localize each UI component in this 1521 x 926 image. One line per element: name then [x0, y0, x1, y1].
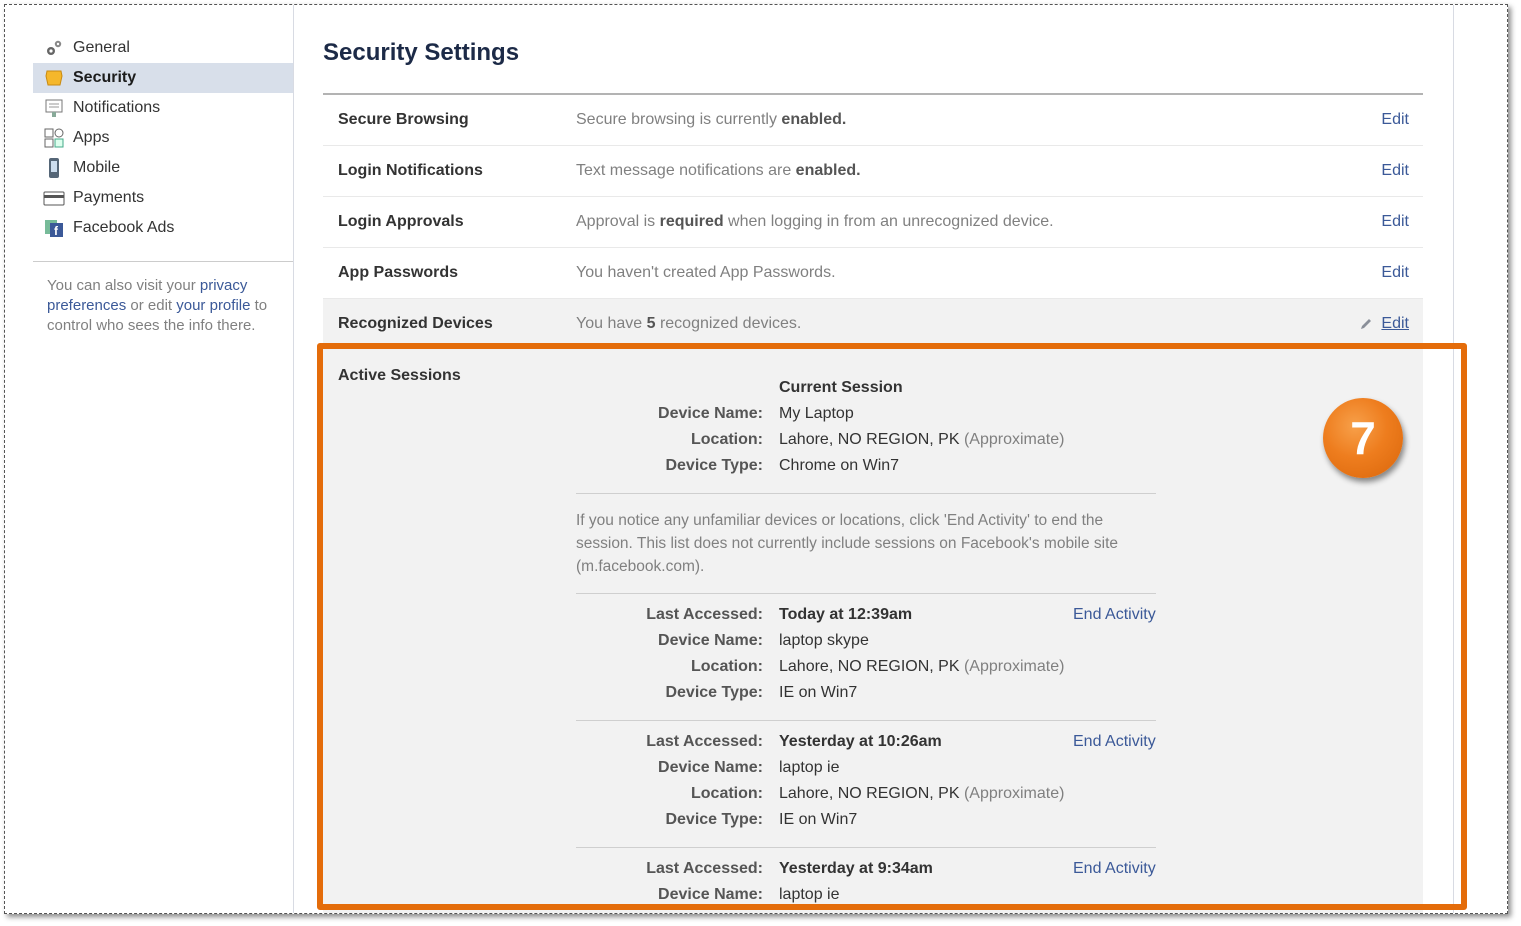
sidebar-item-payments[interactable]: Payments — [33, 183, 293, 213]
settings-list: Secure Browsing Secure browsing is curre… — [323, 93, 1423, 350]
settings-row-login-notifications: Login Notifications Text message notific… — [323, 146, 1423, 197]
sidebar-nav: General Security Notifications Apps Mobi… — [33, 33, 293, 243]
edit-link[interactable]: Edit — [1381, 111, 1409, 129]
facebook-ads-icon: f — [43, 217, 65, 239]
sidebar-item-label: Security — [73, 69, 137, 86]
row-description: You haven't created App Passwords. — [576, 264, 836, 281]
gears-icon — [43, 37, 65, 59]
settings-row-app-passwords: App Passwords You haven't created App Pa… — [323, 248, 1423, 299]
mobile-icon — [43, 157, 65, 179]
sidebar-item-facebook-ads[interactable]: f Facebook Ads — [33, 213, 293, 243]
credit-card-icon — [43, 187, 65, 209]
settings-row-login-approvals: Login Approvals Approval is required whe… — [323, 197, 1423, 248]
row-label: Login Approvals — [338, 213, 464, 230]
settings-row-secure-browsing: Secure Browsing Secure browsing is curre… — [323, 95, 1423, 146]
row-label: Secure Browsing — [338, 111, 469, 128]
sidebar-item-label: Apps — [73, 129, 110, 146]
sidebar-item-notifications[interactable]: Notifications — [33, 93, 293, 123]
notifications-icon — [43, 97, 65, 119]
edit-link[interactable]: Edit — [1381, 315, 1409, 333]
edit-link[interactable]: Edit — [1381, 162, 1409, 180]
sidebar-item-label: Notifications — [73, 99, 161, 116]
row-label: App Passwords — [338, 264, 459, 281]
sidebar-item-security[interactable]: Security — [33, 63, 293, 93]
sidebar-item-label: Facebook Ads — [73, 219, 175, 236]
row-description: Approval is required when logging in fro… — [576, 213, 1054, 230]
apps-icon — [43, 127, 65, 149]
step-number-badge: 7 — [1323, 398, 1403, 478]
sidebar-item-label: Mobile — [73, 159, 121, 176]
row-label: Login Notifications — [338, 162, 483, 179]
sidebar-item-general[interactable]: General — [33, 33, 293, 63]
row-description: You have 5 recognized devices. — [576, 315, 802, 332]
sidebar-note: You can also visit your privacy preferen… — [33, 261, 293, 336]
highlight-box — [317, 343, 1467, 910]
sidebar-item-apps[interactable]: Apps — [33, 123, 293, 153]
edit-link[interactable]: Edit — [1381, 213, 1409, 231]
badge-icon — [43, 67, 65, 89]
sidebar: General Security Notifications Apps Mobi… — [5, 5, 294, 913]
page-title: Security Settings — [323, 39, 520, 66]
sidebar-item-mobile[interactable]: Mobile — [33, 153, 293, 183]
sidebar-item-label: General — [73, 39, 130, 56]
edit-link[interactable]: Edit — [1381, 264, 1409, 282]
pencil-icon — [1359, 317, 1373, 336]
your-profile-link[interactable]: your profile — [176, 297, 250, 314]
sidebar-note-text: You can also visit your privacy preferen… — [47, 277, 268, 334]
row-description: Secure browsing is currently enabled. — [576, 111, 847, 128]
row-description: Text message notifications are enabled. — [576, 162, 861, 179]
row-label: Recognized Devices — [338, 315, 493, 332]
window-frame: General Security Notifications Apps Mobi… — [4, 4, 1508, 914]
sidebar-item-label: Payments — [73, 189, 145, 206]
